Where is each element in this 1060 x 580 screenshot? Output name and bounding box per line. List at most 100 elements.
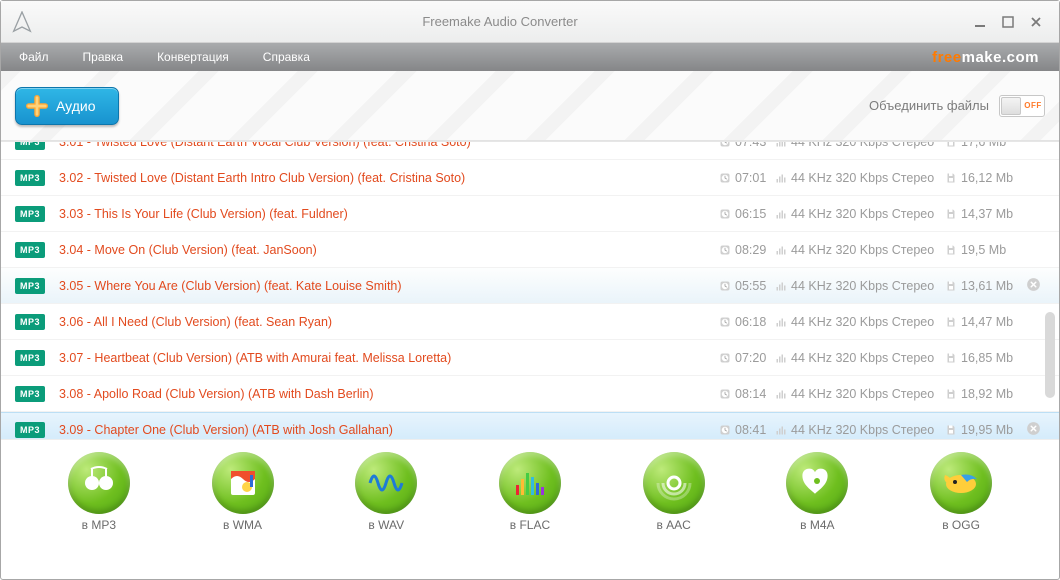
bars-icon xyxy=(775,208,787,220)
format-badge-icon: MP3 xyxy=(15,242,45,258)
format-mp3-button[interactable]: в MP3 xyxy=(68,452,130,532)
menu-file[interactable]: Файл xyxy=(19,46,67,68)
plus-icon xyxy=(26,95,48,117)
track-quality: 44 KHz 320 Kbps Стерео xyxy=(775,171,945,185)
brand-part2: make.com xyxy=(962,49,1039,66)
track-duration: 08:41 xyxy=(719,423,775,437)
track-row[interactable]: MP3 3.02 - Twisted Love (Distant Earth In… xyxy=(1,160,1059,196)
window-title: Freemake Audio Converter xyxy=(422,14,577,29)
format-label: в WAV xyxy=(368,518,404,532)
m4a-icon xyxy=(786,452,848,514)
format-badge-icon: MP3 xyxy=(15,278,45,294)
format-flac-button[interactable]: в FLAC xyxy=(499,452,561,532)
format-aac-button[interactable]: в AAC xyxy=(643,452,705,532)
track-title: 3.01 - Twisted Love (Distant Earth Vocal… xyxy=(59,141,719,149)
ogg-icon xyxy=(930,452,992,514)
format-bar: в MP3 в WMA в WAV в FLAC в AAC в M4A в OGG xyxy=(1,439,1059,537)
format-badge-icon: MP3 xyxy=(15,422,45,438)
bars-icon xyxy=(775,244,787,256)
actionbar: Аудио Объединить файлы OFF xyxy=(1,71,1059,141)
menu-edit[interactable]: Правка xyxy=(83,46,142,68)
track-row[interactable]: MP33.01 - Twisted Love (Distant Earth Vo… xyxy=(1,141,1059,160)
format-label: в M4A xyxy=(800,518,834,532)
track-size: 17,6 Mb xyxy=(945,141,1023,149)
format-label: в OGG xyxy=(942,518,980,532)
remove-track-button[interactable] xyxy=(1023,421,1043,439)
menu-convert[interactable]: Конвертация xyxy=(157,46,247,68)
track-quality: 44 KHz 320 Kbps Стерео xyxy=(775,279,945,293)
clock-icon xyxy=(719,280,731,292)
minimize-button[interactable] xyxy=(973,15,987,29)
disk-icon xyxy=(945,352,957,364)
disk-icon xyxy=(945,172,957,184)
app-logo-icon xyxy=(1,1,43,43)
track-quality: 44 KHz 320 Kbps Стерео xyxy=(775,243,945,257)
track-title: 3.08 - Apollo Road (Club Version) (ATB w… xyxy=(59,387,719,401)
track-size: 16,12 Mb xyxy=(945,171,1023,185)
clock-icon xyxy=(719,388,731,400)
format-badge-icon: MP3 xyxy=(15,350,45,366)
track-row[interactable]: MP33.03 - This Is Your Life (Club Versio… xyxy=(1,196,1059,232)
disk-icon xyxy=(945,280,957,292)
bars-icon xyxy=(775,141,787,148)
bars-icon xyxy=(775,172,787,184)
menu-help[interactable]: Справка xyxy=(263,46,328,68)
track-size: 14,37 Mb xyxy=(945,207,1023,221)
scrollbar[interactable] xyxy=(1043,142,1057,439)
format-badge-icon: MP3 xyxy=(15,386,45,402)
track-title: 3.07 - Heartbeat (Club Version) (ATB wit… xyxy=(59,351,719,365)
track-row[interactable]: MP3 3.09 - Chapter One (Club Version) (AT… xyxy=(1,412,1059,439)
clock-icon xyxy=(719,141,731,148)
track-size: 13,61 Mb xyxy=(945,279,1023,293)
track-duration: 08:29 xyxy=(719,243,775,257)
track-duration: 07:20 xyxy=(719,351,775,365)
bars-icon xyxy=(775,352,787,364)
disk-icon xyxy=(945,208,957,220)
clock-icon xyxy=(719,172,731,184)
format-badge-icon: MP3 xyxy=(15,314,45,330)
track-row[interactable]: MP33.05 - Where You Are (Club Version) (… xyxy=(1,268,1059,304)
menubar: Файл Правка Конвертация Справка freemake… xyxy=(1,43,1059,71)
format-label: в WMA xyxy=(223,518,262,532)
format-wav-button[interactable]: в WAV xyxy=(355,452,417,532)
disk-icon xyxy=(945,388,957,400)
track-row[interactable]: MP3 3.04 - Move On (Club Version) (feat. … xyxy=(1,232,1059,268)
scrollbar-thumb[interactable] xyxy=(1045,312,1055,398)
track-row[interactable]: MP3 3.08 - Apollo Road (Club Version) (AT… xyxy=(1,376,1059,412)
track-quality: 44 KHz 320 Kbps Стерео xyxy=(775,351,945,365)
track-list: MP3 3.01 - Twisted Love (Distant Earth Vo… xyxy=(1,141,1059,439)
track-quality: 44 KHz 320 Kbps Стерео xyxy=(775,207,945,221)
format-m4a-button[interactable]: в M4A xyxy=(786,452,848,532)
track-quality: 44 KHz 320 Kbps Стерео xyxy=(775,387,945,401)
bars-icon xyxy=(775,316,787,328)
aac-icon xyxy=(643,452,705,514)
track-size: 19,5 Mb xyxy=(945,243,1023,257)
disk-icon xyxy=(945,316,957,328)
track-duration: 07:43 xyxy=(719,141,775,149)
track-quality: 44 KHz 320 Kbps Стерео xyxy=(775,315,945,329)
toggle-knob xyxy=(1001,97,1021,115)
wma-icon xyxy=(212,452,274,514)
track-title: 3.04 - Move On (Club Version) (feat. Jan… xyxy=(59,243,719,257)
format-label: в FLAC xyxy=(510,518,550,532)
add-audio-button[interactable]: Аудио xyxy=(15,87,119,125)
track-row[interactable]: MP33.06 - All I Need (Club Version) (fea… xyxy=(1,304,1059,340)
disk-icon xyxy=(945,424,957,436)
track-size: 16,85 Mb xyxy=(945,351,1023,365)
format-label: в AAC xyxy=(656,518,690,532)
format-ogg-button[interactable]: в OGG xyxy=(930,452,992,532)
remove-track-button[interactable] xyxy=(1023,277,1043,295)
close-button[interactable] xyxy=(1029,15,1043,29)
merge-files-toggle[interactable]: OFF xyxy=(999,95,1045,117)
disk-icon xyxy=(945,141,957,148)
track-quality: 44 KHz 320 Kbps Стерео xyxy=(775,423,945,437)
format-wma-button[interactable]: в WMA xyxy=(212,452,274,532)
brand-link[interactable]: freemake.com xyxy=(932,49,1039,66)
track-duration: 06:18 xyxy=(719,315,775,329)
format-badge-icon: MP3 xyxy=(15,170,45,186)
track-title: 3.02 - Twisted Love (Distant Earth Intro… xyxy=(59,171,719,185)
track-duration: 07:01 xyxy=(719,171,775,185)
track-row[interactable]: MP3 3.07 - Heartbeat (Club Version) (ATB … xyxy=(1,340,1059,376)
track-title: 3.09 - Chapter One (Club Version) (ATB w… xyxy=(59,423,719,437)
maximize-button[interactable] xyxy=(1001,15,1015,29)
